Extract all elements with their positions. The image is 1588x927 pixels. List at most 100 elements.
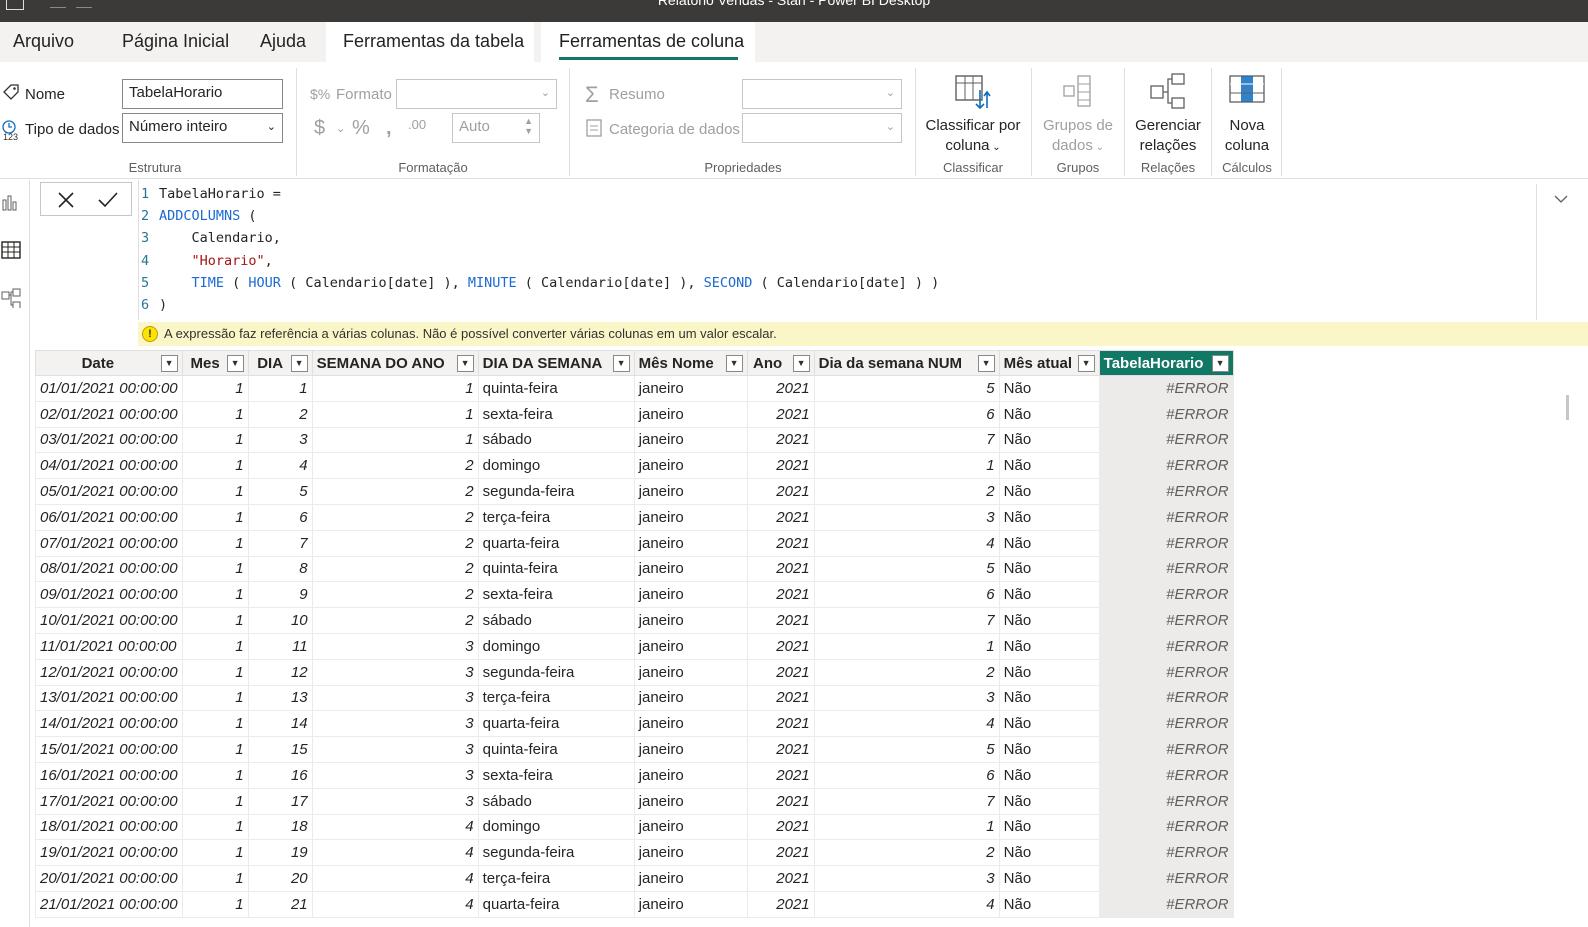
table-cell[interactable]: 11/01/2021 00:00:00 — [35, 632, 183, 660]
table-cell[interactable]: 6 — [247, 503, 313, 531]
table-cell[interactable]: 1 — [181, 761, 249, 789]
table-cell[interactable]: 3 — [813, 684, 1000, 712]
table-cell[interactable]: 2 — [813, 478, 1000, 505]
collapse-formula-icon[interactable] — [1553, 194, 1569, 204]
table-cell[interactable]: 4 — [311, 813, 479, 841]
table-cell[interactable]: 1 — [181, 400, 249, 428]
table-cell[interactable]: Não — [998, 658, 1100, 686]
table-cell[interactable]: 2 — [247, 400, 313, 428]
tab-pagina-inicial[interactable]: Página Inicial — [122, 31, 229, 52]
table-cell[interactable]: 7 — [247, 529, 313, 557]
table-cell[interactable]: quarta-feira — [477, 529, 635, 557]
table-cell[interactable]: segunda-feira — [477, 658, 635, 686]
filter-dropdown-icon[interactable]: ▼ — [612, 355, 630, 372]
table-row[interactable]: 21/01/2021 00:00:00 1 21 4 quarta-feira janei… — [35, 890, 1234, 918]
table-cell[interactable]: 04/01/2021 00:00:00 — [35, 452, 183, 480]
dax-editor[interactable]: 1 TabelaHorario = 2 ADDCOLUMNS ( 3 Calenda… — [138, 180, 1538, 320]
table-cell[interactable]: 1 — [181, 452, 249, 480]
table-cell[interactable]: 1 — [181, 607, 249, 634]
table-cell[interactable]: 15 — [247, 736, 313, 763]
table-cell[interactable]: janeiro — [633, 710, 748, 738]
spinner-icon[interactable]: ▲ ▼ — [524, 116, 533, 136]
table-cell[interactable]: janeiro — [633, 503, 748, 531]
table-cell[interactable]: janeiro — [633, 658, 748, 686]
table-cell[interactable]: 20 — [247, 865, 313, 892]
table-cell[interactable]: 3 — [311, 658, 479, 686]
column-header[interactable]: Dia da semana NUM ▼ — [813, 350, 1000, 376]
table-cell[interactable]: 1 — [181, 839, 249, 867]
table-row[interactable]: 11/01/2021 00:00:00 1 11 3 domingo janeiro 202… — [35, 632, 1234, 660]
table-cell[interactable]: #ERROR — [1098, 684, 1234, 712]
table-cell[interactable]: 4 — [813, 890, 1000, 918]
table-cell[interactable]: sábado — [477, 787, 635, 815]
table-cell[interactable]: Não — [998, 890, 1100, 918]
table-cell[interactable]: 2 — [311, 529, 479, 557]
table-cell[interactable]: 07/01/2021 00:00:00 — [35, 529, 183, 557]
table-cell[interactable]: janeiro — [633, 736, 748, 763]
table-cell[interactable]: 4 — [311, 865, 479, 892]
table-cell[interactable]: Não — [998, 632, 1100, 660]
tipo-dados-select[interactable]: Número inteiro ⌄ — [122, 113, 283, 143]
table-cell[interactable]: 6 — [813, 761, 1000, 789]
table-cell[interactable]: #ERROR — [1098, 813, 1234, 841]
table-cell[interactable]: 19/01/2021 00:00:00 — [35, 839, 183, 867]
table-cell[interactable]: 17 — [247, 787, 313, 815]
table-cell[interactable]: 3 — [813, 503, 1000, 531]
table-cell[interactable]: 2 — [311, 478, 479, 505]
table-cell[interactable]: 7 — [813, 607, 1000, 634]
percent-icon[interactable]: % — [352, 117, 370, 140]
chevron-down-icon[interactable]: ⌄ — [336, 122, 345, 135]
table-cell[interactable]: 1 — [181, 813, 249, 841]
table-cell[interactable]: #ERROR — [1098, 710, 1234, 738]
table-cell[interactable]: 2021 — [746, 400, 815, 428]
table-cell[interactable]: Não — [998, 710, 1100, 738]
table-cell[interactable]: 4 — [311, 839, 479, 867]
table-cell[interactable]: 2021 — [746, 478, 815, 505]
nome-input[interactable]: TabelaHorario — [122, 79, 283, 109]
table-cell[interactable]: 1 — [181, 736, 249, 763]
table-cell[interactable]: Não — [998, 375, 1100, 402]
table-cell[interactable]: 21 — [247, 890, 313, 918]
table-cell[interactable]: 09/01/2021 00:00:00 — [35, 581, 183, 609]
table-cell[interactable]: segunda-feira — [477, 839, 635, 867]
table-cell[interactable]: 1 — [311, 375, 479, 402]
table-cell[interactable]: 18 — [247, 813, 313, 841]
table-cell[interactable]: Não — [998, 478, 1100, 505]
table-cell[interactable]: 01/01/2021 00:00:00 — [35, 375, 183, 402]
table-cell[interactable]: Não — [998, 503, 1100, 531]
table-cell[interactable]: janeiro — [633, 400, 748, 428]
table-cell[interactable]: janeiro — [633, 478, 748, 505]
table-cell[interactable]: 02/01/2021 00:00:00 — [35, 400, 183, 428]
table-cell[interactable]: janeiro — [633, 607, 748, 634]
table-row[interactable]: 15/01/2021 00:00:00 1 15 3 quinta-feira janei… — [35, 736, 1234, 763]
table-cell[interactable]: #ERROR — [1098, 375, 1234, 402]
table-row[interactable]: 03/01/2021 00:00:00 1 3 1 sábado janeiro 2021 7… — [35, 426, 1234, 454]
table-cell[interactable]: domingo — [477, 632, 635, 660]
table-cell[interactable]: 2021 — [746, 581, 815, 609]
table-cell[interactable]: 08/01/2021 00:00:00 — [35, 555, 183, 583]
filter-dropdown-icon[interactable]: ▼ — [725, 355, 743, 372]
table-cell[interactable]: Não — [998, 581, 1100, 609]
table-cell[interactable]: 2 — [311, 607, 479, 634]
table-cell[interactable]: #ERROR — [1098, 839, 1234, 867]
table-cell[interactable]: 5 — [813, 736, 1000, 763]
table-cell[interactable]: janeiro — [633, 375, 748, 402]
table-cell[interactable]: 6 — [813, 581, 1000, 609]
table-row[interactable]: 14/01/2021 00:00:00 1 14 3 quarta-feira janei… — [35, 710, 1234, 738]
table-cell[interactable]: 2021 — [746, 607, 815, 634]
table-cell[interactable]: 5 — [813, 555, 1000, 583]
column-header[interactable]: Ano ▼ — [746, 350, 815, 376]
table-cell[interactable]: 2021 — [746, 839, 815, 867]
table-cell[interactable]: 7 — [813, 787, 1000, 815]
table-cell[interactable]: 2021 — [746, 761, 815, 789]
table-cell[interactable]: #ERROR — [1098, 736, 1234, 763]
table-cell[interactable]: 1 — [181, 684, 249, 712]
table-row[interactable]: 17/01/2021 00:00:00 1 17 3 sábado janeiro 2021… — [35, 787, 1234, 815]
comma-style-icon[interactable]: , — [386, 117, 392, 140]
table-cell[interactable]: 1 — [311, 400, 479, 428]
table-cell[interactable]: 1 — [181, 375, 249, 402]
table-cell[interactable]: 17/01/2021 00:00:00 — [35, 787, 183, 815]
table-cell[interactable]: 2021 — [746, 503, 815, 531]
filter-dropdown-icon[interactable]: ▼ — [1077, 355, 1095, 372]
table-cell[interactable]: 1 — [181, 658, 249, 686]
